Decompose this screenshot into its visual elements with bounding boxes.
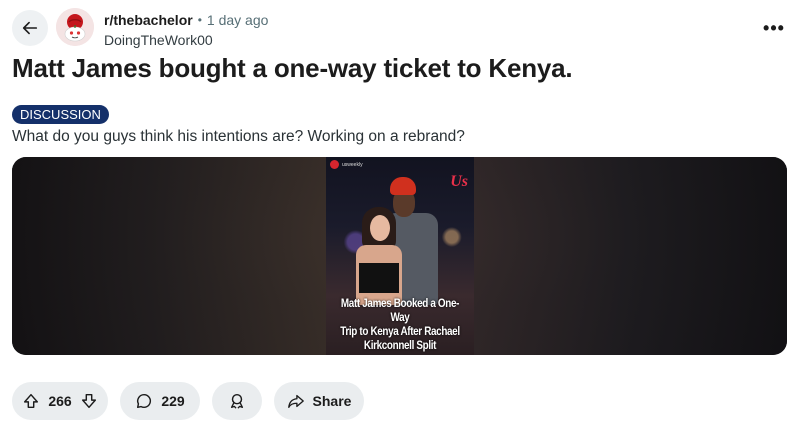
comment-count: 229 bbox=[161, 393, 185, 409]
flair-badge[interactable]: DISCUSSION bbox=[12, 105, 109, 124]
award-button[interactable] bbox=[212, 382, 262, 420]
more-options-button[interactable]: ••• bbox=[760, 14, 788, 42]
subreddit-link[interactable]: r/thebachelor bbox=[104, 11, 193, 29]
post-meta: r/thebachelor • 1 day ago DoingTheWork00 bbox=[104, 11, 268, 49]
media-blur-background-right bbox=[473, 157, 787, 355]
woman-top bbox=[359, 263, 399, 293]
source-handle: usweekly bbox=[342, 161, 363, 168]
source-logo-icon bbox=[330, 160, 339, 169]
post-image[interactable]: usweekly Us Matt James Booked a One-Way … bbox=[326, 157, 474, 355]
caption-line: Trip to Kenya After Rachael bbox=[340, 326, 460, 338]
bachelor-rose-logo bbox=[56, 8, 94, 46]
share-label: Share bbox=[312, 393, 352, 409]
upvote-icon[interactable] bbox=[22, 392, 40, 410]
vote-count: 266 bbox=[48, 393, 72, 409]
comment-icon bbox=[135, 392, 153, 410]
subreddit-avatar[interactable] bbox=[56, 8, 94, 46]
caption-line: Kirkconnell Split bbox=[363, 340, 437, 352]
downvote-icon[interactable] bbox=[80, 392, 98, 410]
author-link[interactable]: DoingTheWork00 bbox=[104, 31, 268, 49]
post-media[interactable]: usweekly Us Matt James Booked a One-Way … bbox=[12, 157, 787, 355]
award-icon bbox=[228, 392, 246, 410]
image-caption: Matt James Booked a One-Way Trip to Keny… bbox=[336, 297, 463, 353]
back-button[interactable] bbox=[12, 10, 48, 46]
share-icon bbox=[287, 392, 305, 410]
red-hat bbox=[390, 177, 416, 195]
vote-control: 266 bbox=[12, 382, 108, 420]
comments-button[interactable]: 229 bbox=[120, 382, 200, 420]
back-arrow-icon bbox=[21, 19, 39, 37]
post-timestamp: 1 day ago bbox=[206, 12, 269, 28]
more-options-icon: ••• bbox=[763, 17, 785, 38]
image-source-header: usweekly bbox=[330, 160, 363, 169]
share-button[interactable]: Share bbox=[274, 382, 364, 420]
action-bar: 266 229 Share bbox=[12, 382, 364, 420]
meta-separator: • bbox=[197, 13, 202, 27]
woman-face bbox=[370, 215, 390, 241]
post-body: What do you guys think his intentions ar… bbox=[12, 128, 465, 145]
brand-logo: Us bbox=[450, 173, 468, 190]
post-title[interactable]: Matt James bought a one-way ticket to Ke… bbox=[12, 53, 573, 84]
caption-line: Matt James Booked a One-Way bbox=[340, 298, 460, 324]
media-blur-background-left bbox=[12, 157, 326, 355]
